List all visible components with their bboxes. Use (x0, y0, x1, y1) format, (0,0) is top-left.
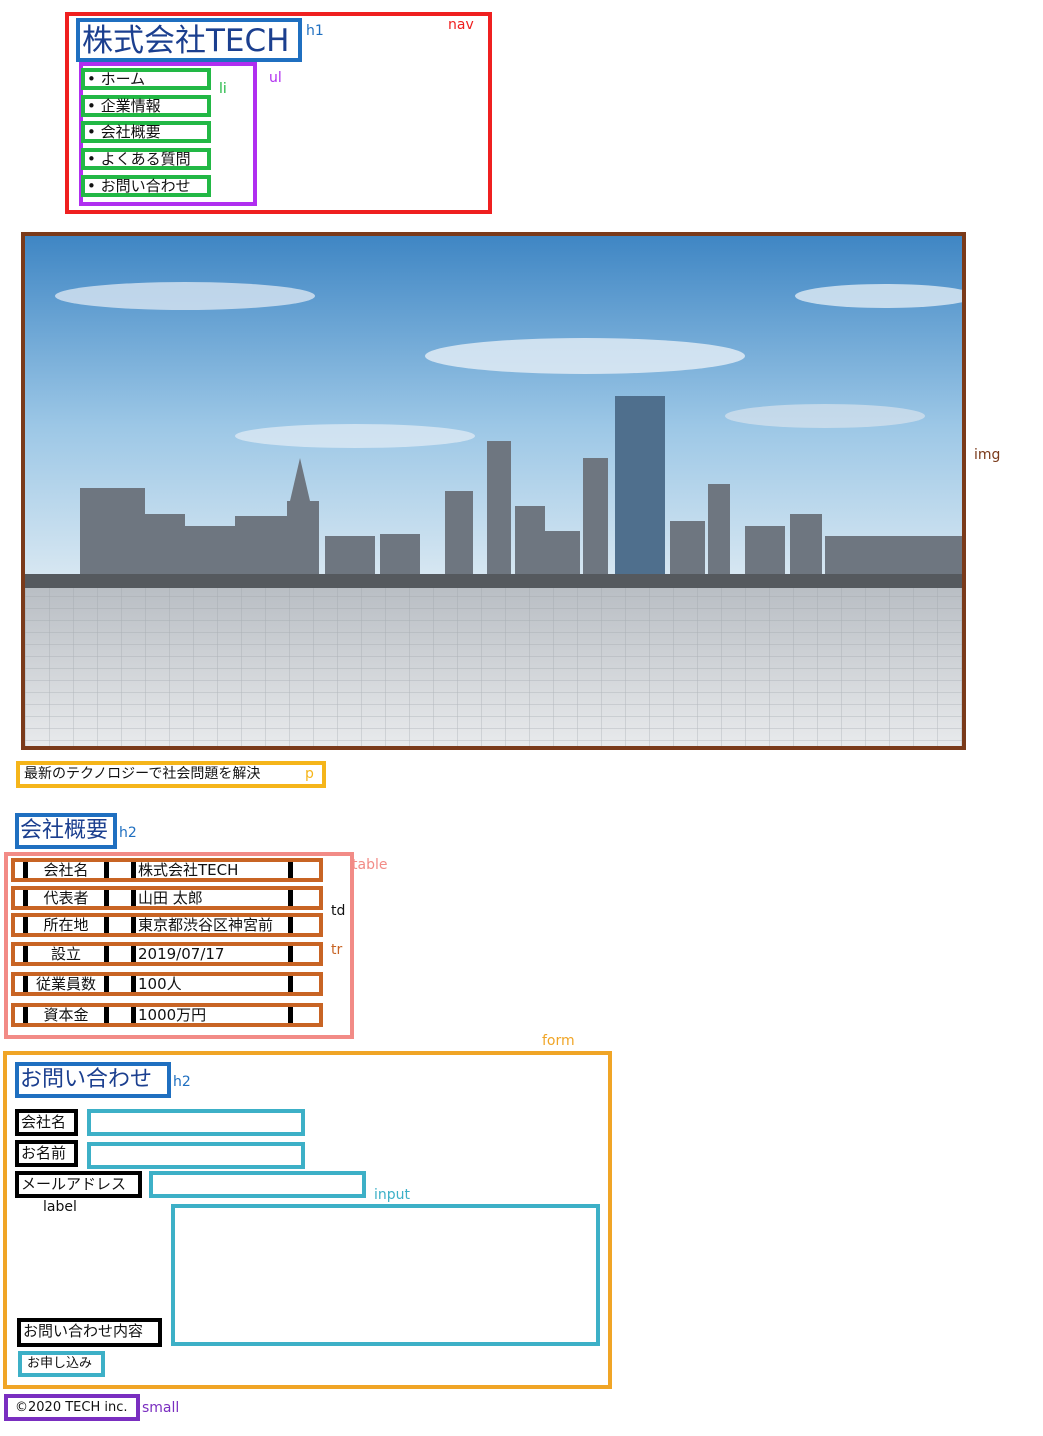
company-name-label: 会社名 (15, 1109, 78, 1136)
tagline-paragraph: 最新のテクノロジーで社会問題を解決 (16, 761, 326, 788)
nav-item-company-info[interactable]: 企業情報 (81, 95, 211, 117)
p-annotation: p (305, 766, 314, 782)
img-annotation: img (974, 447, 1001, 463)
h1-annotation: h1 (306, 23, 324, 39)
nav-item-faq[interactable]: よくある質問 (81, 148, 211, 170)
form-annotation: form (542, 1033, 575, 1049)
name-input[interactable] (87, 1142, 305, 1169)
h2-annotation-contact: h2 (173, 1074, 191, 1090)
table-row: 設立 2019/07/17 (11, 942, 323, 966)
table-cell-value: 100人 (131, 976, 293, 992)
table-cell-label: 従業員数 (23, 976, 109, 992)
table-cell-value: 1000万円 (131, 1007, 293, 1023)
nav-annotation: nav (448, 17, 474, 33)
table-cell-label: 代表者 (23, 890, 109, 906)
small-annotation: small (142, 1400, 180, 1416)
table-cell-label: 資本金 (23, 1007, 109, 1023)
input-annotation: input (374, 1187, 411, 1203)
table-row: 代表者 山田 太郎 (11, 886, 323, 910)
table-row: 所在地 東京都渋谷区神宮前 (11, 913, 323, 937)
tr-annotation: tr (331, 942, 343, 958)
table-row: 会社名 株式会社TECH (11, 858, 323, 882)
table-cell-label: 所在地 (23, 917, 109, 933)
hero-image (21, 232, 966, 750)
label-annotation: label (43, 1199, 77, 1215)
ul-annotation: ul (269, 70, 282, 86)
table-cell-label: 会社名 (23, 862, 109, 878)
about-heading: 会社概要 (15, 813, 117, 849)
email-input[interactable] (149, 1171, 366, 1198)
table-cell-label: 設立 (23, 946, 109, 962)
h2-annotation-about: h2 (119, 825, 137, 841)
nav-item-contact[interactable]: お問い合わせ (81, 175, 211, 197)
city-skyline-illustration (25, 236, 962, 746)
table-cell-value: 2019/07/17 (131, 946, 293, 962)
company-name-input[interactable] (87, 1109, 305, 1136)
li-annotation: li (219, 81, 227, 97)
contact-heading: お問い合わせ (15, 1062, 171, 1098)
table-cell-value: 東京都渋谷区神宮前 (131, 917, 293, 933)
table-annotation: table (352, 857, 388, 873)
table-row: 資本金 1000万円 (11, 1003, 323, 1027)
nav-item-company-overview[interactable]: 会社概要 (81, 121, 211, 143)
site-title: 株式会社TECH (76, 18, 302, 62)
table-cell-value: 山田 太郎 (131, 890, 293, 906)
copyright-small: ©2020 TECH inc. (4, 1394, 140, 1421)
name-label: お名前 (15, 1140, 78, 1167)
message-label: お問い合わせ内容 (17, 1318, 162, 1347)
email-label: メールアドレス (15, 1171, 142, 1198)
submit-button[interactable]: お申し込み (18, 1351, 105, 1377)
nav-item-home[interactable]: ホーム (81, 68, 211, 90)
table-cell-value: 株式会社TECH (131, 862, 293, 878)
message-textarea[interactable] (171, 1204, 600, 1346)
td-annotation: td (331, 903, 346, 919)
table-row: 従業員数 100人 (11, 972, 323, 996)
